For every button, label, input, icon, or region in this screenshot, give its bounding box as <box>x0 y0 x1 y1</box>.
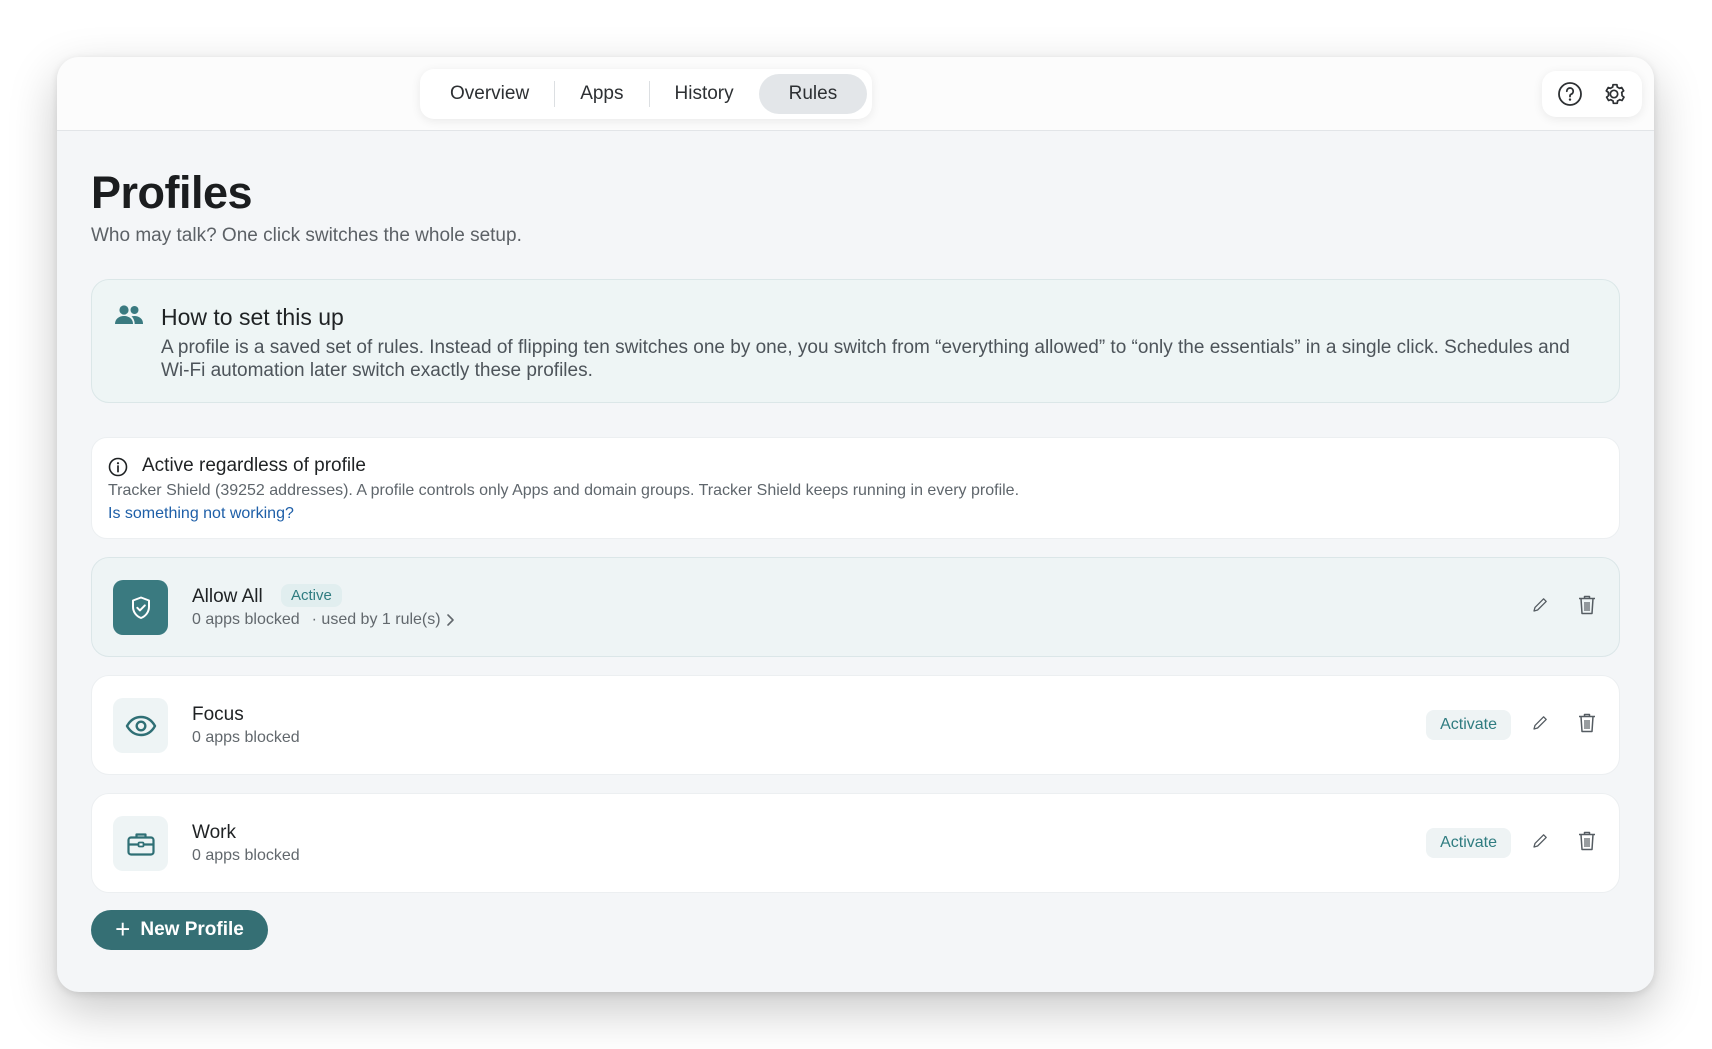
profile-name: Work <box>192 822 236 843</box>
briefcase-icon <box>113 816 168 871</box>
tab-history[interactable]: History <box>650 74 759 114</box>
gear-icon[interactable] <box>1598 78 1630 110</box>
profile-blocked-count: 0 apps blocked <box>192 847 300 864</box>
profile-card-work[interactable]: Work 0 apps blocked Activate <box>91 793 1620 893</box>
eye-icon <box>113 698 168 753</box>
profile-meta: 0 apps blocked <box>192 729 300 747</box>
pencil-icon[interactable] <box>1531 832 1549 855</box>
tab-rules[interactable]: Rules <box>758 74 868 114</box>
status-badge: Active <box>281 584 342 607</box>
howto-text: A profile is a saved set of rules. Inste… <box>161 337 1570 381</box>
help-icon[interactable] <box>1554 78 1586 110</box>
pencil-icon[interactable] <box>1531 714 1549 737</box>
page-subtitle: Who may talk? One click switches the who… <box>91 225 522 246</box>
used-by-rules-link[interactable]: · used by 1 rule(s) <box>312 611 455 629</box>
notice-text: Tracker Shield (39252 addresses). A prof… <box>108 482 1020 499</box>
titlebar: Overview Apps History Rules <box>57 57 1654 131</box>
notice-title: Active regardless of profile <box>142 455 366 476</box>
notice-card: Active regardless of profile Tracker Shi… <box>91 437 1620 539</box>
tab-bar: Overview Apps History Rules <box>420 69 873 119</box>
app-window: Overview Apps History Rules Profiles Who… <box>57 57 1654 992</box>
profile-name: Allow All <box>192 586 263 607</box>
howto-card: How to set this up A profile is a saved … <box>91 279 1620 403</box>
info-icon <box>108 457 128 482</box>
troubleshoot-link[interactable]: Is something not working? <box>108 505 294 523</box>
plus-icon: + <box>115 914 131 944</box>
pencil-icon[interactable] <box>1531 596 1549 619</box>
activate-button[interactable]: Activate <box>1426 828 1511 858</box>
used-by-rules-label: · used by 1 rule(s) <box>311 611 441 628</box>
trash-icon[interactable] <box>1577 830 1597 857</box>
activate-button[interactable]: Activate <box>1426 710 1511 740</box>
profile-name: Focus <box>192 704 244 725</box>
chevron-right-icon <box>446 614 454 626</box>
profile-meta: 0 apps blocked <box>192 847 300 865</box>
profile-meta: 0 apps blocked · used by 1 rule(s) <box>192 611 455 629</box>
main-content: Profiles Who may talk? One click switche… <box>91 131 1620 950</box>
people-icon <box>114 304 144 331</box>
tab-overview[interactable]: Overview <box>425 74 554 114</box>
tab-apps[interactable]: Apps <box>555 74 648 114</box>
new-profile-button[interactable]: + New Profile <box>91 910 268 950</box>
page-title: Profiles <box>91 167 253 218</box>
profile-card-allow-all[interactable]: Allow All Active 0 apps blocked · used b… <box>91 557 1620 657</box>
profile-card-focus[interactable]: Focus 0 apps blocked Activate <box>91 675 1620 775</box>
trash-icon[interactable] <box>1577 712 1597 739</box>
shield-check-icon <box>113 580 168 635</box>
howto-title: How to set this up <box>161 304 344 330</box>
new-profile-label: New Profile <box>140 919 244 940</box>
trash-icon[interactable] <box>1577 594 1597 621</box>
title-actions <box>1542 71 1642 117</box>
profile-blocked-count: 0 apps blocked <box>192 729 300 746</box>
profile-blocked-count: 0 apps blocked <box>192 611 300 628</box>
